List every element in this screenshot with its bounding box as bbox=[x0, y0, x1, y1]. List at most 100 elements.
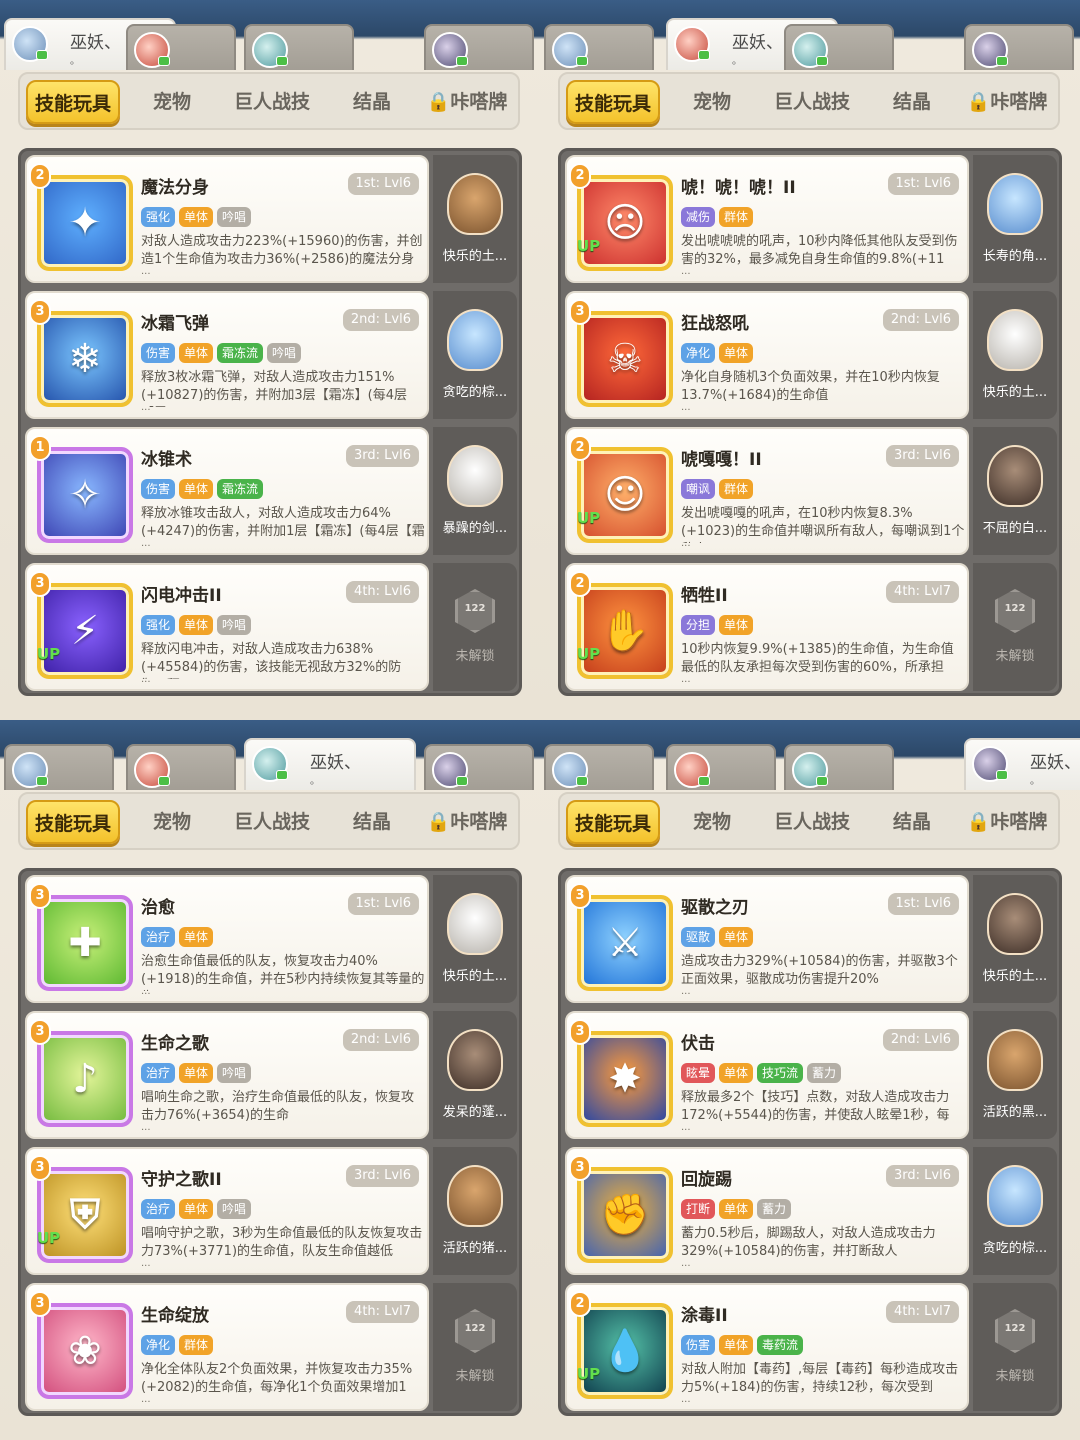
hero-tab[interactable] bbox=[784, 24, 894, 70]
category-tab[interactable]: 🔒咔嗒牌 bbox=[418, 80, 516, 124]
skill-tag: 减伤 bbox=[681, 207, 716, 227]
hero-name: 巫妖、 bbox=[732, 33, 783, 53]
skill-tag: 单体 bbox=[719, 615, 754, 635]
pet-slot[interactable]: 发呆的蓬... bbox=[433, 1011, 517, 1139]
skill-card[interactable]: ✚ 3 治愈 1st: Lvl6 治疗 单体 治愈生命值最低的队友，恢复攻击力40%(+19… bbox=[25, 875, 429, 1003]
skill-tags: 驱散 单体 bbox=[681, 927, 754, 947]
category-tab[interactable]: 巨人战技 bbox=[760, 800, 864, 844]
category-tab[interactable]: 宠物 bbox=[670, 800, 754, 844]
hero-tab[interactable] bbox=[244, 24, 354, 70]
online-badge-icon bbox=[276, 56, 288, 66]
hero-tab[interactable] bbox=[126, 744, 236, 790]
skill-card[interactable]: ⛨ 3 UP 守护之歌II 3rd: Lvl6 治疗 单体 吟唱 唱响守护之歌，3秒为生命值最低… bbox=[25, 1147, 429, 1275]
skill-rank-badge: 3rd: Lvl6 bbox=[346, 1165, 419, 1187]
hero-tab[interactable] bbox=[126, 24, 236, 70]
pet-slot[interactable]: 快乐的土... bbox=[973, 291, 1057, 419]
pet-slot[interactable]: 快乐的土... bbox=[433, 155, 517, 283]
category-tab[interactable]: 结晶 bbox=[872, 80, 952, 124]
category-tab[interactable]: 巨人战技 bbox=[220, 80, 324, 124]
skill-description: 净化全体队友2个负面效果，并恢复攻击力35%(+2082)的生命值，每净化1个负… bbox=[141, 1362, 413, 1395]
category-tab[interactable]: 结晶 bbox=[872, 800, 952, 844]
skill-card[interactable]: ❄ 3 冰霜飞弹 2nd: Lvl6 伤害 单体 霜冻流 吟唱 释放3枚冰霜飞弹，对敌人造成攻击… bbox=[25, 291, 429, 419]
skill-card[interactable]: ✸ 3 伏击 2nd: Lvl6 眩晕 单体 技巧流 蓄力 释放最多2个【技巧】点数，对敌人造成… bbox=[565, 1011, 969, 1139]
skill-tags: 分担 单体 bbox=[681, 615, 754, 635]
skill-icon: ❀ bbox=[37, 1303, 133, 1399]
hero-tab[interactable] bbox=[784, 744, 894, 790]
skill-card[interactable]: ☠ 3 狂战怒吼 2nd: Lvl6 净化 单体 净化自身随机3个负面效果，并在10秒内恢复… bbox=[565, 291, 969, 419]
hero-tab-bar: 巫妖、。 bbox=[540, 738, 1080, 790]
skill-tags: 打断 单体 蓄力 bbox=[681, 1199, 792, 1219]
category-tab[interactable]: 技能玩具 bbox=[566, 80, 660, 124]
skill-description: 唱响生命之歌，治疗生命值最低的队友，恢复攻击力76%(+3654)的生命 bbox=[141, 1090, 415, 1123]
category-tab[interactable]: 巨人战技 bbox=[760, 80, 864, 124]
skill-rank-badge: 2nd: Lvl6 bbox=[882, 309, 959, 331]
skill-card[interactable]: ❀ 3 生命绽放 4th: Lvl7 净化 群体 净化全体队友2个负面效果，并恢复攻击力35… bbox=[25, 1283, 429, 1411]
skill-card[interactable]: ⚔ 3 驱散之刃 1st: Lvl6 驱散 单体 造成攻击力329%(+10584)的伤害，… bbox=[565, 875, 969, 1003]
skill-tag: 单体 bbox=[179, 479, 214, 499]
more-indicator: ··· bbox=[681, 1125, 691, 1136]
skill-card[interactable]: ⚡ 3 UP 闪电冲击II 4th: Lvl6 强化 单体 吟唱 释放闪电冲击，对敌人造成攻击力… bbox=[25, 563, 429, 691]
skill-row: ✦ 2 魔法分身 1st: Lvl6 强化 单体 吟唱 对敌人造成攻击力223%(+15960… bbox=[25, 155, 517, 283]
hero-tab[interactable] bbox=[666, 744, 776, 790]
skill-card[interactable]: ✦ 2 魔法分身 1st: Lvl6 强化 单体 吟唱 对敌人造成攻击力223%(+15960… bbox=[25, 155, 429, 283]
skill-tag: 群体 bbox=[179, 1335, 214, 1355]
pet-slot[interactable]: 不屈的白... bbox=[973, 427, 1057, 555]
category-tab[interactable]: 技能玩具 bbox=[26, 800, 120, 844]
lock-label: 未解锁 bbox=[995, 649, 1035, 664]
category-tab[interactable]: 结晶 bbox=[332, 80, 412, 124]
pet-portrait-icon bbox=[987, 893, 1043, 955]
pet-slot[interactable]: 贪吃的棕... bbox=[433, 291, 517, 419]
pet-name: 活跃的猪... bbox=[442, 1241, 508, 1256]
pet-slot[interactable]: 快乐的土... bbox=[973, 875, 1057, 1003]
skill-tag: 技巧流 bbox=[757, 1063, 804, 1083]
skill-tag: 单体 bbox=[719, 927, 754, 947]
category-tab[interactable]: 🔒咔嗒牌 bbox=[418, 800, 516, 844]
skill-icon: ✸ bbox=[577, 1031, 673, 1127]
category-tab[interactable]: 宠物 bbox=[130, 800, 214, 844]
pet-name: 发呆的蓬... bbox=[442, 1105, 508, 1120]
hero-tab[interactable] bbox=[4, 744, 114, 790]
skill-tag: 霜冻流 bbox=[217, 343, 264, 363]
hero-tab[interactable]: 巫妖、。 bbox=[964, 738, 1080, 790]
skill-card[interactable]: ✧ 1 冰锥术 3rd: Lvl6 伤害 单体 霜冻流 释放冰锥攻击敌人，对敌人造成攻击力64… bbox=[25, 427, 429, 555]
skill-card[interactable]: ♪ 3 生命之歌 2nd: Lvl6 治疗 单体 吟唱 唱响生命之歌，治疗生命值最低的队友，恢… bbox=[25, 1011, 429, 1139]
skill-card[interactable]: ✊ 3 回旋踢 3rd: Lvl6 打断 单体 蓄力 蓄力0.5秒后，脚踢敌人，对敌人造成攻击… bbox=[565, 1147, 969, 1275]
pet-slot[interactable]: 贪吃的棕... bbox=[973, 1147, 1057, 1275]
pet-slot[interactable]: 长寿的角... bbox=[973, 155, 1057, 283]
pet-slot-locked[interactable]: 122 未解锁 bbox=[433, 1283, 517, 1411]
pet-slot-locked[interactable]: 122 未解锁 bbox=[973, 1283, 1057, 1411]
category-tab[interactable]: 结晶 bbox=[332, 800, 412, 844]
pet-portrait-icon bbox=[987, 1165, 1043, 1227]
category-tab[interactable]: 🔒咔嗒牌 bbox=[958, 800, 1056, 844]
hero-tab[interactable]: 巫妖、。 bbox=[244, 738, 416, 790]
skill-tag: 眩晕 bbox=[681, 1063, 716, 1083]
skill-card[interactable]: ☺ 2 UP 唬嘎嘎！II 3rd: Lvl6 嘲讽 群体 发出唬嘎嘎的吼声，在10秒内恢复8… bbox=[565, 427, 969, 555]
hero-tab[interactable] bbox=[424, 24, 534, 70]
pet-slot[interactable]: 暴躁的剑... bbox=[433, 427, 517, 555]
hero-tab[interactable] bbox=[544, 744, 654, 790]
hero-tab[interactable] bbox=[964, 24, 1074, 70]
more-indicator: ··· bbox=[141, 405, 151, 416]
pet-slot[interactable]: 活跃的猪... bbox=[433, 1147, 517, 1275]
category-tab[interactable]: 宠物 bbox=[130, 80, 214, 124]
category-tab[interactable]: 🔒咔嗒牌 bbox=[958, 80, 1056, 124]
pet-slot[interactable]: 快乐的土... bbox=[433, 875, 517, 1003]
skill-glyph-icon: ❄ bbox=[68, 336, 102, 382]
category-tab[interactable]: 技能玩具 bbox=[26, 80, 120, 124]
skill-card[interactable]: ☹ 2 UP 唬！唬！唬！II 1st: Lvl6 减伤 群体 发出唬唬唬的吼声，10秒内降低… bbox=[565, 155, 969, 283]
skill-card[interactable]: ✋ 2 UP 牺牲II 4th: Lvl7 分担 单体 10秒内恢复9.9%(+1385)的生… bbox=[565, 563, 969, 691]
skill-card[interactable]: 💧 2 UP 涂毒II 4th: Lvl7 伤害 单体 毒药流 对敌人附加【毒药】,每层【毒药】… bbox=[565, 1283, 969, 1411]
category-tab[interactable]: 巨人战技 bbox=[220, 800, 324, 844]
online-badge-icon bbox=[36, 50, 48, 60]
pet-slot-locked[interactable]: 122 未解锁 bbox=[973, 563, 1057, 691]
skill-glyph-icon: ⚔ bbox=[607, 920, 643, 966]
category-tab[interactable]: 技能玩具 bbox=[566, 800, 660, 844]
hero-tab[interactable] bbox=[424, 744, 534, 790]
skill-tag: 吟唱 bbox=[217, 615, 252, 635]
pet-slot-locked[interactable]: 122 未解锁 bbox=[433, 563, 517, 691]
pet-name: 不屈的白... bbox=[982, 521, 1048, 536]
category-tab[interactable]: 宠物 bbox=[670, 80, 754, 124]
pet-slot[interactable]: 活跃的黑... bbox=[973, 1011, 1057, 1139]
hero-tab[interactable] bbox=[544, 24, 654, 70]
skill-cost-badge: 2 bbox=[29, 163, 51, 189]
